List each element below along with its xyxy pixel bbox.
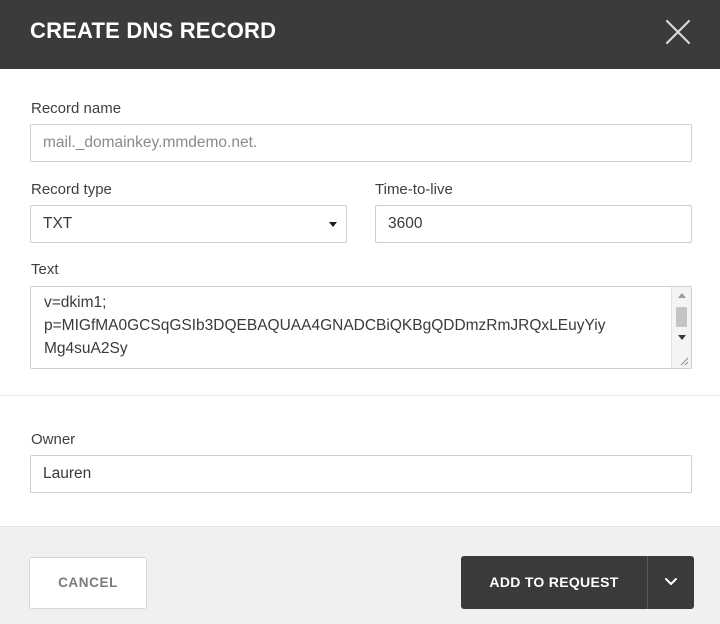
scroll-down-icon[interactable] [678,335,686,340]
cancel-button[interactable]: CANCEL [29,557,147,609]
dialog-title: CREATE DNS RECORD [30,18,277,43]
text-field[interactable]: v=dkim1; p=MIGfMA0GCSqGSIb3DQEBAQUAA4GNA… [30,286,692,369]
resize-handle-icon[interactable] [679,356,689,366]
scroll-thumb[interactable] [676,307,687,327]
owner-field[interactable]: Lauren [30,455,692,493]
text-line: p=MIGfMA0GCSqGSIb3DQEBAQUAA4GNADCBiQKBgQ… [44,317,606,334]
record-name-label: Record name [31,100,122,117]
record-type-select[interactable]: TXT [30,205,347,243]
text-label: Text [31,261,59,278]
scroll-up-icon[interactable] [678,293,686,298]
add-to-request-button-group: ADD TO REQUEST [461,556,694,609]
text-line: v=dkim1; [44,294,107,311]
close-button[interactable] [660,14,696,50]
ttl-field[interactable]: 3600 [375,205,692,243]
record-name-field[interactable]: mail._domainkey.mmdemo.net. [30,124,692,162]
ttl-label: Time-to-live [375,181,453,198]
caret-down-icon [329,222,337,227]
chevron-down-icon [665,578,677,585]
record-type-label: Record type [31,181,112,198]
dialog-header: CREATE DNS RECORD [0,0,720,69]
text-field-content: v=dkim1; p=MIGfMA0GCSqGSIb3DQEBAQUAA4GNA… [44,291,672,360]
dialog-footer: CANCEL ADD TO REQUEST [0,526,720,624]
close-icon [665,19,691,45]
text-line: Mg4suA2Sy [44,340,128,357]
section-divider [0,395,720,396]
record-type-value: TXT [43,215,73,232]
owner-label: Owner [31,431,76,448]
add-options-toggle[interactable] [648,556,694,609]
add-to-request-button[interactable]: ADD TO REQUEST [461,556,647,609]
